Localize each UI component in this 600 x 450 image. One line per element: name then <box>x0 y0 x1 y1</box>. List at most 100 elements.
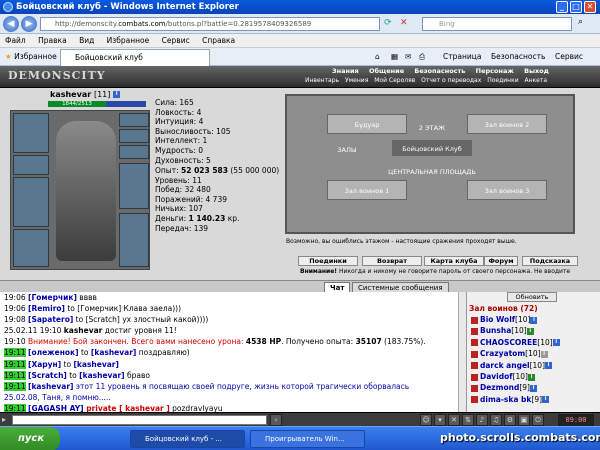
chat-nick[interactable]: [kashevar] <box>73 360 118 369</box>
ring-slot-1[interactable] <box>119 129 149 143</box>
info-icon[interactable]: i <box>552 339 560 347</box>
info-icon[interactable]: i <box>540 350 548 358</box>
private-icon[interactable] <box>471 316 478 324</box>
task-media-player[interactable]: Проигрыватель Win... <box>250 430 365 448</box>
chat-nick[interactable]: [kashevar] <box>79 371 124 380</box>
filter-icon[interactable]: ▾ <box>434 414 446 426</box>
online-user[interactable]: Bio Wolf[10] i <box>471 315 538 324</box>
chat-scrollbar[interactable] <box>458 292 466 412</box>
info-icon[interactable]: i <box>526 327 534 335</box>
private-icon[interactable] <box>471 362 478 370</box>
subnav-battles[interactable]: Поединки <box>487 77 518 84</box>
chat-time[interactable]: 19:06 <box>4 304 26 313</box>
forum-button[interactable]: Форум <box>484 256 518 266</box>
chat-time[interactable]: 19:11 <box>4 403 26 412</box>
room-warriors-2[interactable]: Зал воинов 2 <box>467 114 547 134</box>
favorites-button[interactable]: ★ Избранное <box>2 51 60 63</box>
private-icon[interactable] <box>471 350 478 358</box>
mail-icon[interactable]: ✉ <box>402 51 414 63</box>
address-bar[interactable]: http://demonscity.combats.com/buttons.pl… <box>40 17 380 31</box>
maximize-button[interactable]: □ <box>570 1 582 13</box>
search-input[interactable]: Bing <box>422 17 572 31</box>
refresh-button[interactable]: Обновить <box>507 292 557 302</box>
return-button[interactable]: Возврат <box>362 256 422 266</box>
send-icon[interactable]: › <box>270 414 282 426</box>
chat-time[interactable]: 19:11 <box>4 381 26 391</box>
nav-character[interactable]: Персонаж <box>476 67 514 75</box>
chat-nick[interactable]: [Sapatero] <box>28 315 73 324</box>
lock-icon[interactable]: ▣ <box>518 414 530 426</box>
scroll-icon[interactable]: ⇅ <box>462 414 474 426</box>
start-button[interactable]: пуск <box>0 427 60 450</box>
private-icon[interactable] <box>471 384 478 392</box>
chat-nick[interactable]: [Remiro] <box>28 304 65 313</box>
subnav-seal[interactable]: Мой Сероляв <box>374 77 415 84</box>
room-boudoir[interactable]: Будуар <box>327 114 407 134</box>
hint-button[interactable]: Подсказка <box>522 256 578 266</box>
battles-button[interactable]: Поединки <box>298 256 358 266</box>
subnav-skills[interactable]: Умения <box>345 77 368 84</box>
menu-tools[interactable]: Сервис <box>157 34 195 48</box>
private-icon[interactable] <box>471 339 478 347</box>
nav-knowledge[interactable]: Знания <box>332 67 359 75</box>
back-button[interactable]: ◀ <box>3 16 19 32</box>
settings-icon[interactable]: ⚙ <box>504 414 516 426</box>
room-warriors-1[interactable]: Зал воинов 1 <box>327 180 407 200</box>
chat-time[interactable]: 25.02.11 19:10 <box>4 326 61 335</box>
chat-nick[interactable]: [Гомерчик] <box>28 293 77 302</box>
menu-favorites[interactable]: Избранное <box>102 34 155 48</box>
stop-icon[interactable]: ✕ <box>400 18 408 28</box>
info-icon[interactable]: i <box>527 373 535 381</box>
boots-slot[interactable] <box>119 213 149 267</box>
info-icon[interactable]: i <box>113 91 121 98</box>
online-user[interactable]: Dezmond[9] i <box>471 383 537 392</box>
info-icon[interactable]: i <box>529 384 537 392</box>
subnav-profile[interactable]: Анкета <box>525 77 548 84</box>
private-icon[interactable] <box>471 396 478 404</box>
page-menu[interactable]: Страница <box>440 51 484 63</box>
online-user[interactable]: dima-ska bk[9] i <box>471 395 550 404</box>
menu-file[interactable]: Файл <box>0 34 31 48</box>
info-icon[interactable]: i <box>542 396 550 404</box>
menu-edit[interactable]: Правка <box>33 34 72 48</box>
chat-nick[interactable]: [Scratch] <box>28 371 67 380</box>
chat-nick[interactable]: [kashevar] <box>28 382 73 391</box>
weapon-slot[interactable] <box>13 177 49 227</box>
online-user[interactable]: CHAOSCOREE[10] i <box>471 338 560 347</box>
room-warriors-3[interactable]: Зал воинов 3 <box>467 180 547 200</box>
info-icon[interactable]: i <box>545 362 553 370</box>
chat-time[interactable]: 19:06 <box>4 293 26 302</box>
forward-button[interactable]: ▶ <box>21 16 37 32</box>
print-icon[interactable]: ⎙ <box>416 51 428 63</box>
nav-exit[interactable]: Выход <box>524 67 549 75</box>
nav-security[interactable]: Безопасность <box>414 67 465 75</box>
helmet-slot[interactable] <box>13 113 49 153</box>
earring-slot[interactable] <box>119 113 149 127</box>
home-icon[interactable]: ⌂ <box>372 51 383 63</box>
club-map-button[interactable]: Карта клуба <box>424 256 484 266</box>
online-user[interactable]: Crazyatom[10] i <box>471 349 548 358</box>
tab-current[interactable]: Бойцовский клуб <box>60 49 210 66</box>
chat-time[interactable]: 19:11 <box>4 370 26 380</box>
info-icon[interactable]: i <box>530 316 538 324</box>
menu-help[interactable]: Справка <box>197 34 240 48</box>
chat-time[interactable]: 19:08 <box>4 315 26 324</box>
tools-menu[interactable]: Сервис <box>552 51 586 63</box>
chat-nick[interactable]: [kashevar] <box>91 348 136 357</box>
nav-social[interactable]: Общение <box>369 67 404 75</box>
menu-view[interactable]: Вид <box>74 34 99 48</box>
online-user[interactable]: darck angel[10] i <box>471 361 553 370</box>
amulet-slot[interactable] <box>13 155 49 175</box>
chat-nick[interactable]: [Харун] <box>28 360 61 369</box>
smile-icon[interactable]: ☺ <box>420 414 432 426</box>
refresh-icon[interactable]: ⟳ <box>384 18 392 28</box>
sound-icon[interactable]: ♫ <box>490 414 502 426</box>
subnav-inventory[interactable]: Инвентарь <box>305 77 339 84</box>
task-ie[interactable]: Бойцовский клуб - ... <box>130 430 245 448</box>
safety-menu[interactable]: Безопасность <box>488 51 548 63</box>
chat-nick[interactable]: [GAGASH AY] <box>28 404 84 412</box>
private-icon[interactable] <box>471 327 478 335</box>
subnav-transfers[interactable]: Отчет о переводах <box>421 77 481 84</box>
music-icon[interactable]: ♪ <box>476 414 488 426</box>
chat-time[interactable]: 19:11 <box>4 348 26 358</box>
